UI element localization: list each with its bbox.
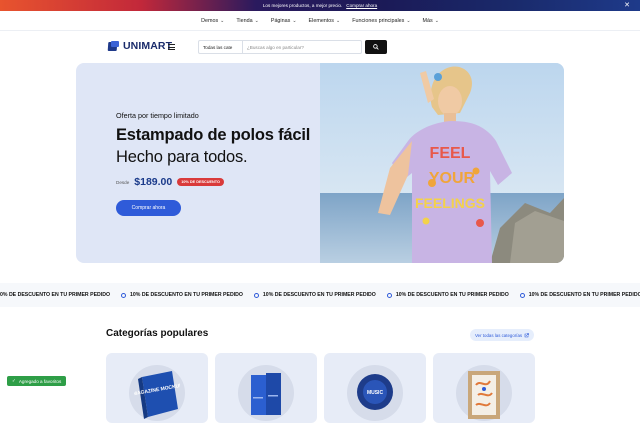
search-bar: Todas las cate ¿Buscas algo en particula… [198, 40, 362, 54]
nav-label: Más [422, 17, 433, 24]
promo-bar: Los mejores productos, a mejor precio. C… [0, 0, 640, 11]
marquee-text: 10% DE DESCUENTO EN TU PRIMER PEDIDO [262, 292, 376, 298]
search-input[interactable]: ¿Buscas algo en particular? [243, 41, 361, 53]
nav-label: Elementos [308, 17, 334, 24]
book-mockup-image: MAGAZINE MOCKUP [134, 371, 180, 419]
marquee-item: 10% DE DESCUENTO EN TU PRIMER PEDIDO [121, 292, 243, 298]
marquee-text: 0% DE DESCUENTO EN TU PRIMER PEDIDO [0, 292, 111, 298]
record-cover-text: MUSIC [367, 390, 384, 396]
nav-item-funciones[interactable]: Funciones principales ⌄ [352, 18, 410, 24]
nav-item-demos[interactable]: Demos ⌄ [201, 18, 224, 24]
framed-print-image [468, 371, 500, 419]
price-prefix: Desde [116, 179, 130, 185]
marquee-text: 10% DE DESCUENTO EN TU PRIMER PEDIDO [528, 292, 640, 298]
shirt-print-line1: FEEL [430, 145, 471, 162]
external-link-icon [524, 332, 529, 337]
discount-badge: 10% DE DESCUENTO [177, 178, 225, 186]
nav-item-elementos[interactable]: Elementos ⌄ [309, 18, 341, 24]
search-category-select[interactable]: Todas las cate [199, 41, 243, 53]
chevron-down-icon: ⌄ [292, 17, 297, 24]
nav-label: Funciones principales [352, 17, 405, 24]
top-nav: Demos ⌄ Tienda ⌄ Páginas ⌄ Elementos ⌄ Funci… [0, 11, 640, 31]
nav-label: Tienda [236, 17, 253, 24]
nav-item-paginas[interactable]: Páginas ⌄ [271, 18, 297, 24]
marquee-item: 10% DE DESCUENTO EN TU PRIMER PEDIDO [253, 292, 376, 298]
marquee-item: 0% DE DESCUENTO EN TU PRIMER PEDIDO [0, 292, 110, 298]
ring-icon [386, 292, 392, 298]
search-icon [373, 44, 379, 50]
ring-icon [519, 292, 525, 298]
promo-link[interactable]: Comprar ahora [346, 3, 377, 8]
shirt-print-line3: FEELINGS [415, 195, 485, 211]
blue-books-image [251, 373, 281, 415]
hamburger-icon[interactable] [168, 44, 175, 51]
logo-text: UNIMART [123, 40, 173, 52]
marquee-item: 10% DE DESCUENTO EN TU PRIMER PEDIDO [519, 292, 640, 298]
nav-item-mas[interactable]: Más ⌄ [423, 18, 439, 24]
marquee-item: 10% DE DESCUENTO EN TU PRIMER PEDIDO [386, 292, 509, 298]
chevron-down-icon: ⌄ [336, 17, 341, 24]
nav-item-tienda[interactable]: Tienda ⌄ [236, 18, 259, 24]
category-card-blue-books[interactable] [215, 353, 317, 423]
logo-icon [107, 40, 119, 52]
chevron-down-icon: ⌄ [434, 17, 439, 24]
price-row: Desde $189.00 10% DE DESCUENTO [116, 176, 225, 188]
ring-icon [253, 292, 259, 298]
category-card-framed-print[interactable] [433, 353, 535, 423]
section-title: Categorías populares [106, 328, 209, 339]
category-card-mockup-book[interactable]: MAGAZINE MOCKUP [106, 353, 208, 423]
chevron-down-icon: ⌄ [220, 17, 225, 24]
search-button[interactable] [365, 40, 387, 54]
hero-subtitle: Hecho para todos. [116, 148, 248, 166]
marquee-text: 10% DE DESCUENTO EN TU PRIMER PEDIDO [395, 292, 509, 298]
hero-image: FEEL YOUR FEELINGS [320, 63, 564, 263]
see-all-label: Ver todas las categorías [475, 332, 523, 338]
hero-eyebrow: Oferta por tiempo limitado [116, 111, 199, 120]
chevron-down-icon: ⌄ [254, 17, 259, 24]
hero-banner: Oferta por tiempo limitado Estampado de … [76, 63, 564, 263]
ring-icon [121, 292, 127, 298]
toast-text: Agregado a favoritos [18, 378, 62, 384]
check-icon: ✓ [12, 378, 16, 383]
close-icon[interactable]: ✕ [624, 0, 630, 11]
see-all-categories-button[interactable]: Ver todas las categorías [470, 329, 535, 341]
price: $189.00 [134, 176, 173, 188]
category-card-vinyl[interactable]: MUSIC [324, 353, 426, 423]
shop-now-button[interactable]: Comprar ahora [116, 200, 181, 216]
logo[interactable]: UNIMART [107, 40, 173, 52]
vinyl-record-image: MUSIC [357, 374, 393, 410]
hero-title: Estampado de polos fácil [116, 126, 311, 144]
promo-text: Los mejores productos, a mejor precio. [262, 3, 343, 8]
shirt-print-line2: YOUR [429, 170, 476, 187]
model-in-shirt-illustration: FEEL YOUR FEELINGS [320, 63, 564, 263]
header: UNIMART Todas las cate ¿Buscas algo en p… [0, 31, 640, 65]
promo-marquee: 0% DE DESCUENTO EN TU PRIMER PEDIDO 10% … [0, 283, 640, 307]
marquee-text: 10% DE DESCUENTO EN TU PRIMER PEDIDO [130, 292, 243, 298]
nav-label: Páginas [270, 17, 291, 24]
favorite-toast: ✓ Agregado a favoritos [7, 376, 67, 386]
chevron-down-icon: ⌄ [406, 17, 411, 24]
nav-label: Demos [201, 17, 219, 24]
